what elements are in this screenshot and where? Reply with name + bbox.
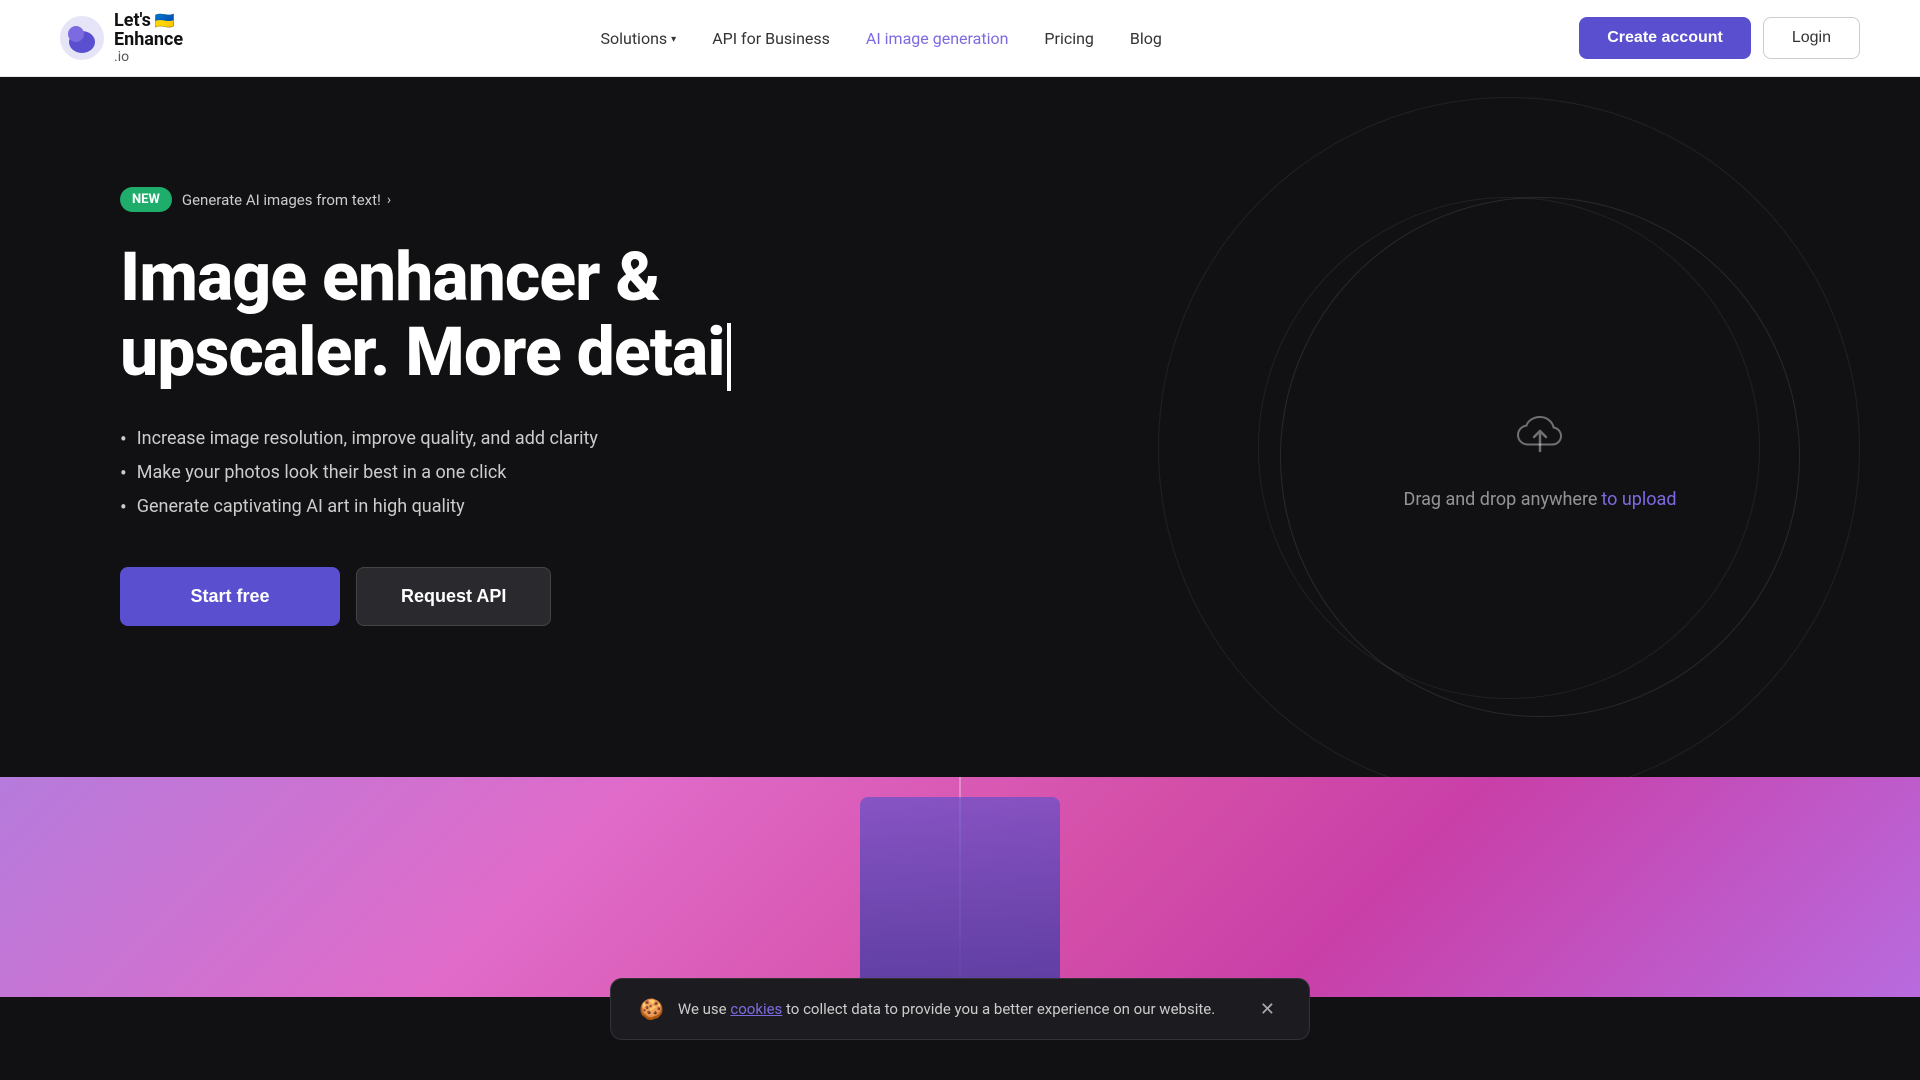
cookie-link[interactable]: cookies (730, 1000, 782, 1018)
cursor-icon (727, 323, 731, 391)
nav-api-business[interactable]: API for Business (712, 29, 830, 48)
navbar: Let's 🇺🇦 Enhance .io Solutions ▾ API for… (0, 0, 1920, 77)
badge-arrow-icon: › (387, 192, 391, 208)
logo-enhance: Enhance (114, 30, 183, 50)
bullet-1: Increase image resolution, improve quali… (120, 427, 920, 451)
upload-link[interactable]: to upload (1601, 489, 1676, 510)
new-badge-link[interactable]: Generate AI images from text! › (182, 191, 391, 209)
nav-links: Solutions ▾ API for Business AI image ge… (600, 29, 1161, 48)
request-api-button[interactable]: Request API (356, 567, 551, 626)
bullet-2: Make your photos look their best in a on… (120, 461, 920, 485)
logo-io: .io (114, 50, 183, 65)
cookie-text: We use cookies to collect data to provid… (678, 1000, 1240, 1018)
chevron-down-icon: ▾ (671, 34, 676, 45)
upload-cloud-icon (1512, 405, 1568, 471)
logo-lets: Let's (114, 11, 151, 31)
login-button[interactable]: Login (1763, 17, 1860, 59)
logo-flag: 🇺🇦 (155, 12, 175, 30)
new-badge-row: NEW Generate AI images from text! › (120, 187, 920, 212)
cookie-close-button[interactable]: ✕ (1254, 998, 1281, 1020)
hero-right: Drag and drop anywhere to upload (1280, 197, 1800, 717)
cookie-banner: 🍪 We use cookies to collect data to prov… (610, 978, 1310, 1040)
create-account-button[interactable]: Create account (1579, 17, 1751, 59)
hero-section: NEW Generate AI images from text! › Imag… (0, 77, 1920, 777)
nav-ai-image[interactable]: AI image generation (866, 29, 1009, 48)
hero-cta-row: Start free Request API (120, 567, 920, 626)
bullet-3: Generate captivating AI art in high qual… (120, 495, 920, 519)
preview-figure (860, 797, 1060, 997)
bottom-preview-section (0, 777, 1920, 997)
nav-solutions[interactable]: Solutions ▾ (600, 29, 676, 48)
upload-text: Drag and drop anywhere to upload (1404, 489, 1677, 510)
hero-title: Image enhancer & upscaler. More detai (120, 240, 920, 391)
start-free-button[interactable]: Start free (120, 567, 340, 626)
hero-left: NEW Generate AI images from text! › Imag… (120, 157, 920, 626)
logo-text: Let's 🇺🇦 Enhance .io (114, 11, 183, 66)
new-badge: NEW (120, 187, 172, 212)
hero-bullets: Increase image resolution, improve quali… (120, 427, 920, 519)
upload-area[interactable]: Drag and drop anywhere to upload (1280, 197, 1800, 717)
nav-actions: Create account Login (1579, 17, 1860, 59)
logo[interactable]: Let's 🇺🇦 Enhance .io (60, 11, 183, 66)
logo-icon (60, 16, 104, 60)
nav-pricing[interactable]: Pricing (1044, 29, 1094, 48)
nav-blog[interactable]: Blog (1130, 29, 1162, 48)
cookie-icon: 🍪 (639, 997, 664, 1021)
